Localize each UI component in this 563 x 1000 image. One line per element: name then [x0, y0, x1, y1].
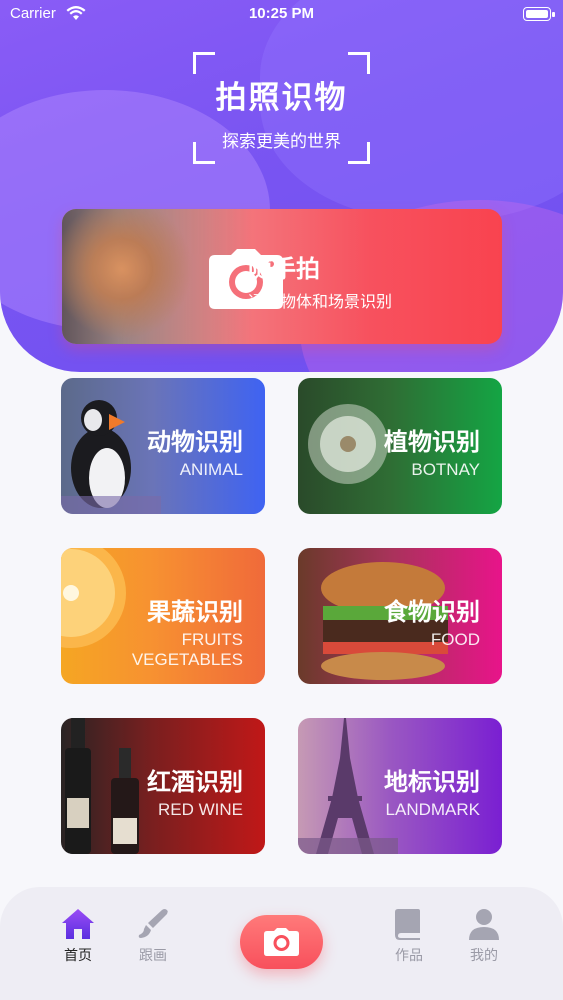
category-card-food[interactable]: 食物识别 FOOD	[298, 548, 502, 684]
tab-label: 首页	[64, 948, 92, 964]
category-title: 植物识别	[384, 428, 480, 456]
category-subtitle: FRUITS VEGETABLES	[132, 630, 243, 670]
category-subtitle-line: VEGETABLES	[131, 650, 243, 669]
category-card-fruit[interactable]: 果蔬识别 FRUITS VEGETABLES	[61, 548, 265, 684]
category-title: 食物识别	[384, 598, 480, 626]
category-title: 果蔬识别	[147, 598, 243, 626]
tab-mine[interactable]: 我的	[454, 907, 514, 965]
user-icon	[469, 909, 499, 940]
tab-label: 我的	[470, 948, 498, 964]
tab-label: 跟画	[139, 948, 167, 964]
category-subtitle: BOTNAY	[411, 460, 480, 479]
quick-shot-card[interactable]: 随手拍 通用物体和场景识别	[62, 209, 502, 344]
battery-icon	[523, 7, 555, 21]
category-subtitle: LANDMARK	[385, 800, 480, 819]
puffin-image	[61, 400, 161, 514]
category-subtitle: ANIMAL	[179, 460, 243, 479]
frame-corner	[348, 52, 370, 74]
tab-trace[interactable]: 跟画	[123, 907, 183, 965]
category-title: 红酒识别	[147, 768, 243, 796]
home-icon	[62, 909, 94, 939]
category-card-landmark[interactable]: 地标识别 LANDMARK	[298, 718, 502, 854]
category-subtitle: FOOD	[430, 630, 480, 649]
category-card-wine[interactable]: 红酒识别 RED WINE	[61, 718, 265, 854]
tab-works[interactable]: 作品	[379, 907, 439, 965]
tab-home[interactable]: 首页	[48, 907, 108, 965]
page-subtitle: 探索更美的世界	[222, 132, 341, 152]
category-subtitle-line: FRUITS	[181, 630, 243, 649]
eiffel-tower-image	[298, 718, 398, 854]
category-card-animal[interactable]: 动物识别 ANIMAL	[61, 378, 265, 514]
scan-frame: 拍照识物 探索更美的世界	[193, 52, 370, 164]
category-subtitle: RED WINE	[158, 800, 243, 819]
category-title: 动物识别	[147, 428, 243, 456]
page-title: 拍照识物	[215, 80, 348, 116]
status-bar: Carrier 10:25 PM	[0, 0, 563, 30]
clock: 10:25 PM	[248, 5, 315, 22]
brush-icon	[138, 909, 168, 938]
camera-icon	[264, 928, 299, 956]
book-icon	[395, 909, 420, 940]
frame-corner	[193, 52, 215, 74]
tab-label: 作品	[395, 948, 423, 964]
camera-button[interactable]	[240, 915, 323, 969]
category-title: 地标识别	[384, 768, 480, 796]
dandelion-image	[308, 404, 388, 484]
quick-shot-subtitle: 通用物体和场景识别	[248, 292, 393, 311]
wine-bottles-image	[65, 718, 139, 854]
quick-shot-title: 随手拍	[248, 255, 320, 283]
category-card-plant[interactable]: 植物识别 BOTNAY	[298, 378, 502, 514]
